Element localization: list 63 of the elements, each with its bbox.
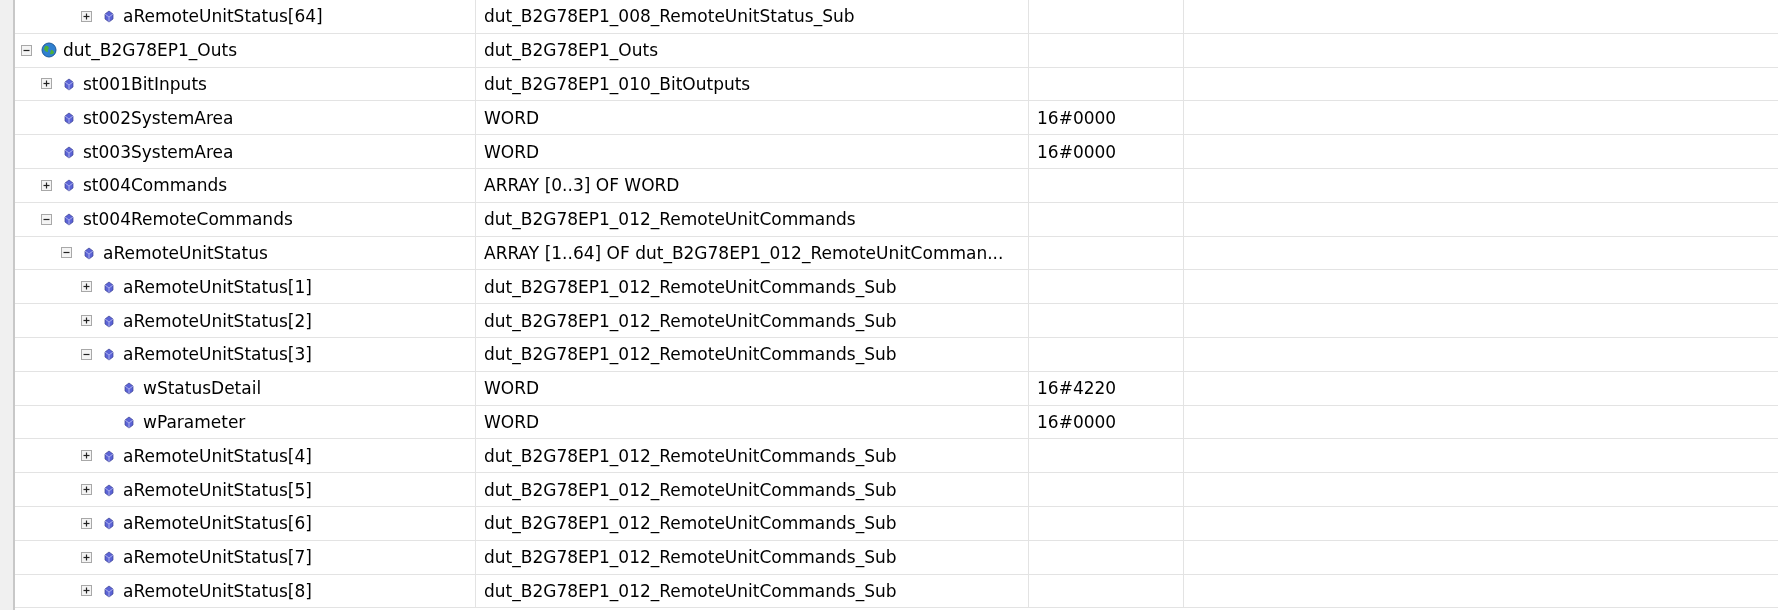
table-cell: dut_B2G78EP1_012_RemoteUnitCommands_Sub (476, 473, 1029, 507)
variable-name[interactable]: st004Commands (83, 175, 228, 196)
expand-icon[interactable] (81, 315, 92, 327)
cube-icon (61, 76, 77, 92)
variable-name[interactable]: wParameter (143, 411, 246, 432)
table-cell: WORD (476, 135, 1029, 169)
cube-icon (101, 346, 117, 363)
globe-icon (41, 42, 57, 59)
table-cell: dut_B2G78EP1_012_RemoteUnitCommands_Sub (476, 540, 1029, 575)
cube-icon (101, 515, 117, 532)
table-cell: dut_B2G78EP1_Outs (476, 33, 1029, 68)
collapse-icon[interactable] (61, 247, 72, 259)
variable-name[interactable]: aRemoteUnitStatus[3] (123, 344, 312, 365)
variable-name[interactable]: st001BitInputs (83, 74, 207, 94)
table-cell: WORD (476, 405, 1029, 440)
variable-name[interactable]: dut_B2G78EP1_Outs (63, 40, 237, 61)
expand-icon[interactable] (81, 450, 92, 462)
variable-name[interactable]: wStatusDetail (143, 378, 262, 399)
variable-name[interactable]: aRemoteUnitStatus[4] (123, 445, 312, 466)
variable-name[interactable]: st004RemoteCommands (83, 209, 293, 230)
table-cell: WORD (476, 371, 1029, 406)
variable-name[interactable]: aRemoteUnitStatus[8] (123, 580, 312, 601)
expand-icon[interactable] (81, 551, 92, 563)
expand-icon[interactable] (81, 517, 92, 529)
table-cell: dut_B2G78EP1_012_RemoteUnitCommands_Sub (476, 337, 1029, 372)
table-cell: dut_B2G78EP1_012_RemoteUnitCommands_Sub (476, 304, 1029, 338)
collapse-icon[interactable] (81, 348, 92, 360)
collapse-icon[interactable] (21, 44, 32, 56)
table-cell: WORD (476, 101, 1029, 136)
table-cell: 16#0000 (1029, 101, 1184, 136)
variable-name[interactable]: aRemoteUnitStatus[7] (123, 547, 312, 568)
table-cell: dut_B2G78EP1_012_RemoteUnitCommands_Sub (476, 574, 1029, 609)
variable-name[interactable]: aRemoteUnitStatus (103, 242, 268, 263)
cube-icon (101, 8, 117, 25)
expand-icon[interactable] (81, 281, 92, 293)
table-cell: dut_B2G78EP1_012_RemoteUnitCommands_Sub (476, 270, 1029, 305)
collapse-icon[interactable] (41, 213, 52, 225)
expand-icon[interactable] (41, 78, 52, 90)
variable-name[interactable]: aRemoteUnitStatus[64] (123, 6, 323, 27)
table-cell: dut_B2G78EP1_012_RemoteUnitCommands (476, 202, 1029, 237)
variable-name[interactable]: aRemoteUnitStatus[5] (123, 479, 312, 500)
cube-icon (101, 549, 117, 566)
table-cell: 16#4220 (1029, 371, 1184, 406)
expand-icon[interactable] (41, 179, 52, 191)
table-cell: dut_B2G78EP1_008_RemoteUnitStatus_Sub (476, 0, 1029, 34)
table-cell: ARRAY [1..64] OF dut_B2G78EP1_012_RemoteUnitComman... (476, 236, 1029, 271)
table-cell: dut_B2G78EP1_012_RemoteUnitCommands_Sub (476, 439, 1029, 474)
variable-name[interactable]: st002SystemArea (83, 107, 234, 128)
cube-icon (61, 211, 77, 228)
expand-icon[interactable] (81, 10, 92, 22)
variable-name[interactable]: aRemoteUnitStatus[6] (123, 513, 312, 534)
table-cell: dut_B2G78EP1_010_BitOutputs (476, 67, 1029, 102)
variable-name[interactable]: aRemoteUnitStatus[1] (123, 276, 312, 297)
table-cell: dut_B2G78EP1_012_RemoteUnitCommands_Sub (476, 506, 1029, 541)
variable-name[interactable]: aRemoteUnitStatus[2] (123, 310, 312, 331)
cube-icon (61, 177, 77, 194)
table-cell: 16#0000 (1029, 135, 1184, 169)
table-cell: ARRAY [0..3] OF WORD (476, 169, 1029, 203)
expand-icon[interactable] (81, 585, 92, 597)
variable-name[interactable]: st003SystemArea (83, 141, 234, 162)
table-cell: 16#0000 (1029, 405, 1184, 440)
expand-icon[interactable] (81, 484, 92, 496)
cube-icon (121, 380, 137, 397)
